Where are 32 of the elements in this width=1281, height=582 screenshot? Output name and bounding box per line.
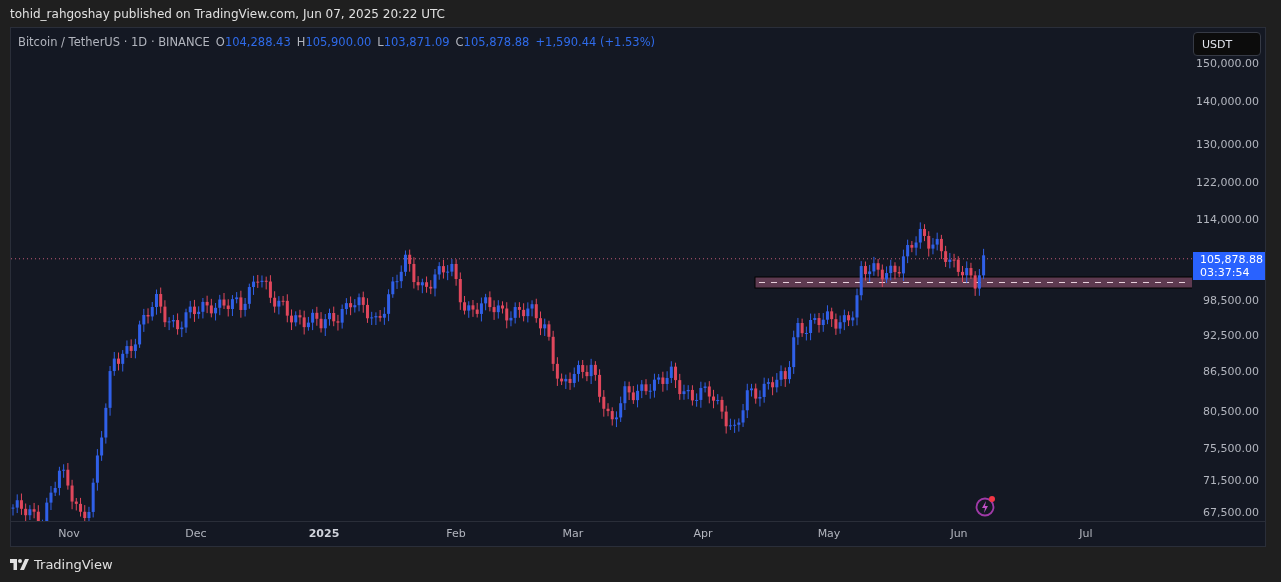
price-tick: 130,000.00 [1196,137,1259,151]
ohlc-value: L103,871.09 [377,35,450,49]
price-tick: 80,500.00 [1203,404,1259,418]
price-tick: 92,500.00 [1203,328,1259,342]
time-tick: Apr [693,527,713,540]
last-price: 105,878.88 [1200,253,1264,266]
price-tick: 150,000.00 [1196,56,1259,70]
price-tick: 75,500.00 [1203,441,1259,455]
price-tick: 71,500.00 [1203,473,1259,487]
time-tick: 2025 [308,527,340,540]
time-tick: Jul [1079,527,1093,540]
time-tick: Jun [950,527,968,540]
price-change: +1,590.44 (+1.53%) [535,35,656,49]
publish-info: tohid_rahgoshay published on TradingView.com, Jun 07, 2025 20:22 UTC [10,6,445,21]
price-tick: 140,000.00 [1196,94,1259,108]
time-tick: May [817,527,841,540]
symbol-title: Bitcoin / TetherUS · 1D · BINANCE [18,35,210,49]
ohlc-value: O104,288.43 [215,35,291,49]
currency-button[interactable]: USDT [1193,32,1261,56]
ohlc-value: H105,900.00 [296,35,372,49]
time-tick: Nov [58,527,80,540]
ohlc-value: C105,878.88 [455,35,530,49]
price-tick: 122,000.00 [1196,175,1259,189]
time-tick: Feb [446,527,466,540]
price-tick: 86,500.00 [1203,364,1259,378]
time-tick: Dec [185,527,207,540]
time-tick: Mar [562,527,584,540]
price-tick: 114,000.00 [1196,212,1259,226]
price-tick: 67,500.00 [1203,505,1259,519]
bar-countdown: 03:37:54 [1200,266,1251,279]
brand-name: TradingView [34,557,113,572]
price-tick: 98,500.00 [1203,293,1259,307]
